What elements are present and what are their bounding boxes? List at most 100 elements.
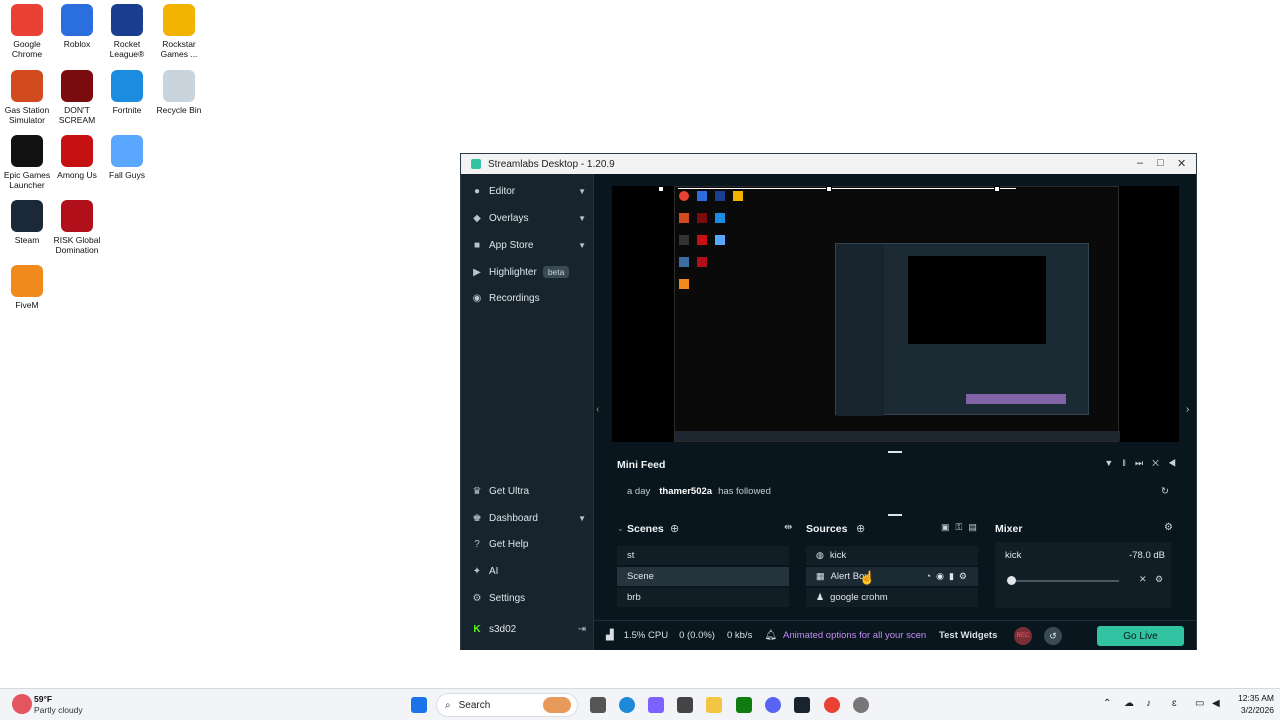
store-icon[interactable] — [677, 697, 693, 713]
sidebar-item-get-ultra[interactable]: ♛ Get Ultra — [471, 486, 586, 497]
lock-icon[interactable]: ⚿ — [956, 522, 969, 532]
pause-icon[interactable]: ‖ — [1122, 458, 1135, 468]
desktop-icon[interactable]: Rocket League® — [100, 4, 154, 59]
user-account[interactable]: K s3d02 ⇥ — [471, 624, 586, 635]
scene-transition-icon[interactable]: ⇹ — [784, 522, 792, 533]
sidebar-item-recordings[interactable]: ◉ Recordings — [471, 293, 586, 304]
network-icon[interactable]: ▭ — [1195, 698, 1204, 709]
source-item[interactable]: ▦ Alert Box ◔◉▮⚙ — [806, 567, 978, 586]
promo-message[interactable]: Animated options for all your scen — [783, 630, 929, 641]
desktop-icon[interactable]: Steam — [0, 200, 54, 245]
weather-icon[interactable] — [12, 694, 32, 714]
mini-feed-controls[interactable]: ▼‖⏭✕◀ — [1104, 458, 1185, 469]
collapse-left-icon[interactable]: ‹ — [596, 404, 599, 415]
volume-slider-knob[interactable] — [1007, 576, 1016, 585]
cloud-icon[interactable]: ☁ — [1124, 698, 1134, 709]
sidebar-item-app-store[interactable]: ■ App Store ▼ — [471, 240, 586, 251]
replay-icon[interactable]: ↻ — [1161, 486, 1169, 497]
lock-icon[interactable]: ◔ — [926, 571, 936, 581]
source-actions[interactable]: ◔◉▮⚙ — [926, 571, 972, 582]
skip-icon[interactable]: ⏭ — [1135, 458, 1152, 468]
maximize-button[interactable]: □ — [1157, 157, 1164, 169]
visibility-icon[interactable]: ◉ — [936, 571, 949, 581]
xbox-icon[interactable] — [736, 697, 752, 713]
edge-icon[interactable] — [619, 697, 635, 713]
desktop-icon[interactable]: Roblox — [50, 4, 104, 49]
desktop-icon[interactable]: Fortnite — [100, 70, 154, 115]
desktop-icon[interactable]: Epic Games Launcher — [0, 135, 54, 190]
volume-slider[interactable] — [1011, 580, 1119, 582]
record-button[interactable]: REC — [1014, 627, 1032, 645]
add-source-icon[interactable]: ⊕ — [856, 522, 865, 535]
desktop-icon[interactable]: FiveM — [0, 265, 54, 310]
replay-buffer-icon[interactable]: ↺ — [1044, 627, 1062, 645]
test-widgets-button[interactable]: Test Widgets — [939, 630, 997, 641]
desktop-icon[interactable]: Fall Guys — [100, 135, 154, 180]
scene-item[interactable]: brb — [617, 588, 789, 607]
group-icon[interactable]: ▣ — [941, 522, 956, 532]
desktop-icon[interactable]: Rockstar Games ... — [152, 4, 206, 59]
gear-icon[interactable]: ⚙ — [1155, 574, 1163, 585]
sidebar-item-dashboard[interactable]: ♚ Dashboard ▼ — [471, 513, 586, 524]
file-explorer-icon[interactable] — [706, 697, 722, 713]
windows-start-icon[interactable] — [411, 697, 427, 713]
recycle-bin-icon — [163, 70, 195, 102]
stats-icon[interactable]: ▟ — [606, 630, 614, 641]
weather-temp[interactable]: 59°F — [34, 694, 52, 704]
go-live-button[interactable]: Go Live — [1097, 626, 1184, 646]
bell-icon[interactable]: 🔔︎ — [764, 630, 777, 641]
resize-handle[interactable] — [658, 186, 664, 192]
taskbar-search[interactable]: ⌕ Search — [436, 693, 578, 717]
microphone-icon[interactable]: ♪ — [1146, 698, 1151, 709]
desktop-icon[interactable]: RISK Global Domination — [50, 200, 104, 255]
logout-icon[interactable]: ⇥ — [578, 624, 586, 635]
clock[interactable]: 12:35 AM 3/2/2026 — [1232, 693, 1274, 715]
scene-item[interactable]: st — [617, 546, 789, 565]
tray-chevron-icon[interactable]: ⌃ — [1103, 698, 1111, 709]
task-view-icon[interactable] — [590, 697, 606, 713]
gear-icon[interactable]: ⚙ — [959, 571, 972, 581]
sidebar-item-editor[interactable]: ● Editor ▼ — [471, 186, 586, 197]
stream-preview[interactable] — [612, 186, 1179, 442]
gear-icon[interactable]: ⚙ — [1164, 522, 1173, 533]
sidebar-item-overlays[interactable]: ◆ Overlays ▼ — [471, 213, 586, 224]
drag-handle[interactable] — [888, 451, 902, 453]
epic-games-icon — [11, 135, 43, 167]
sidebar-item-get-help[interactable]: ? Get Help — [471, 539, 586, 550]
resize-handle[interactable] — [994, 186, 1000, 192]
add-scene-icon[interactable]: ⊕ — [670, 522, 679, 535]
streamlabs-taskbar-icon[interactable] — [794, 697, 810, 713]
sidebar-item-ai[interactable]: ✦ AI — [471, 566, 586, 577]
discord-icon[interactable] — [765, 697, 781, 713]
source-item[interactable]: ◍ kick — [806, 546, 978, 565]
delete-icon[interactable]: ▮ — [949, 571, 959, 581]
copilot-icon[interactable] — [648, 697, 664, 713]
minimize-button[interactable]: – — [1137, 157, 1143, 169]
scene-item-selected[interactable]: Scene — [617, 567, 789, 586]
app-taskbar-icon[interactable] — [853, 697, 869, 713]
desktop-icon[interactable]: Google Chrome — [0, 4, 54, 59]
desktop-icon[interactable]: Among Us — [50, 135, 104, 180]
close-button[interactable]: ✕ — [1177, 157, 1186, 170]
sidebar-item-settings[interactable]: ⚙ Settings — [471, 593, 586, 604]
collapse-scenes-icon[interactable]: ⌄ — [617, 524, 624, 533]
resize-handle[interactable] — [826, 186, 832, 192]
language-icon[interactable]: ɛ — [1172, 698, 1177, 709]
sidebar-item-highlighter[interactable]: ▶ Highlighter beta — [471, 266, 586, 278]
mute-icon[interactable]: ✕ — [1139, 574, 1147, 585]
desktop-icon[interactable]: Recycle Bin — [152, 70, 206, 115]
scenes-title: Scenes — [627, 523, 664, 535]
desktop-icon[interactable]: Gas Station Simulator — [0, 70, 54, 125]
collapse-right-icon[interactable]: › — [1186, 404, 1189, 415]
weather-description[interactable]: Partly cloudy — [34, 705, 83, 715]
source-item[interactable]: ♟ google crohm — [806, 588, 978, 607]
folder-icon[interactable]: ▤ — [968, 522, 983, 532]
volume-icon[interactable]: ◀ — [1168, 458, 1185, 468]
mute-alert-icon[interactable]: ✕ — [1152, 458, 1168, 468]
volume-icon[interactable]: ◀ — [1212, 698, 1220, 709]
desktop-icon[interactable]: DON'T SCREAM — [50, 70, 104, 125]
filter-icon[interactable]: ▼ — [1104, 458, 1122, 468]
drag-handle[interactable] — [888, 514, 902, 516]
source-toolbar[interactable]: ▣⚿▤ — [941, 522, 983, 533]
chrome-taskbar-icon[interactable] — [824, 697, 840, 713]
